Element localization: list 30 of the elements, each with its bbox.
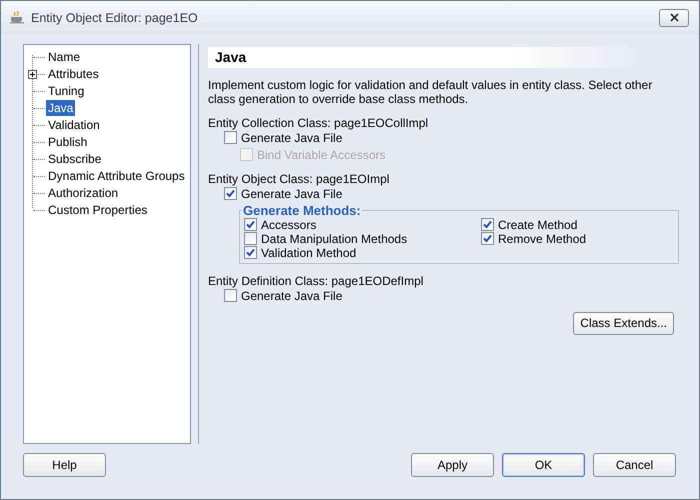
class-label: Entity Collection Class: page1EOCollImpl [208, 116, 430, 130]
checkbox-label: Remove Method [498, 232, 586, 246]
class-label: Entity Object Class: page1EOImpl [208, 172, 390, 186]
tree-item[interactable]: Attributes [46, 66, 101, 82]
tree-item[interactable]: Java [46, 100, 76, 116]
checkbox-label: Validation Method [261, 246, 356, 260]
dialog-button[interactable]: Apply [411, 453, 494, 478]
tree-item[interactable]: Authorization [46, 185, 120, 202]
class-label: Entity Definition Class: page1EODefImpl [208, 274, 424, 288]
checkbox-label: Generate Java File [241, 288, 342, 303]
class-extends-button[interactable]: Class Extends... [573, 312, 674, 335]
tree-item[interactable]: Dynamic Attribute Groups [46, 168, 187, 184]
checkbox-label: Generate Java File [241, 186, 342, 201]
tree-item[interactable]: Validation [46, 117, 102, 134]
dialog-button[interactable]: Help [23, 453, 106, 478]
tree-item[interactable]: Name [46, 49, 82, 66]
checkbox-label: Accessors [261, 218, 316, 232]
window-title: Entity Object Editor: page1EO [31, 10, 199, 25]
tree-item[interactable]: Subscribe [46, 151, 104, 168]
tree-item[interactable]: Publish [46, 134, 90, 150]
dialog-button[interactable]: Cancel [593, 453, 676, 478]
checkbox-label: Bind Variable Accessors [257, 148, 386, 162]
checkbox-label: Data Manipulation Methods [261, 232, 408, 246]
tree-item[interactable]: Custom Properties [46, 202, 150, 218]
dialog-button[interactable]: OK [502, 453, 585, 478]
checkbox-label: Create Method [498, 218, 578, 232]
tree-item[interactable]: Tuning [46, 83, 86, 100]
description-text: Implement custom logic for validation and default values in entity class. Select other class generation to override base class methods. [208, 78, 654, 106]
group-title: Generate Methods: [242, 202, 362, 218]
checkbox-label: Generate Java File [241, 130, 342, 145]
